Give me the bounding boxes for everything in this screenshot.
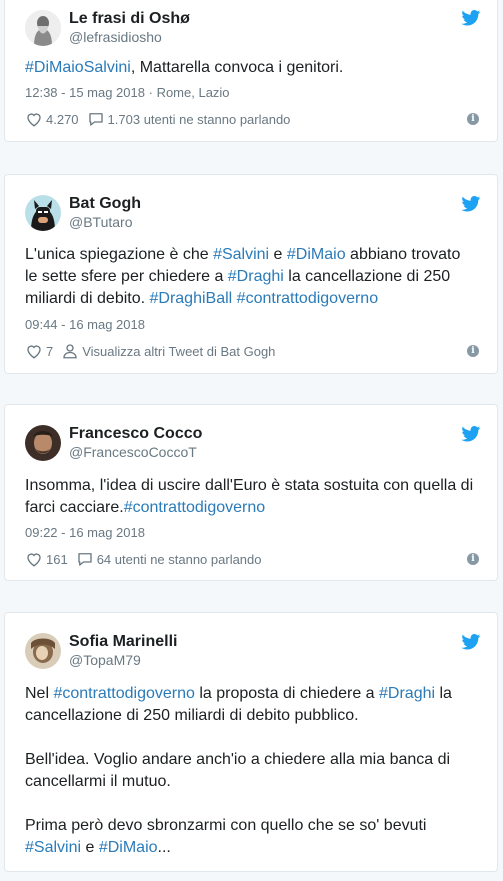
like-button[interactable]: 7 <box>25 342 53 360</box>
hashtag-link[interactable]: #contrattodigoverno <box>53 685 194 702</box>
twitter-bird-icon[interactable] <box>461 634 481 650</box>
comment-icon <box>78 553 92 566</box>
tweet-text: L'unica spiegazione è che #Salvini e #Di… <box>25 244 477 310</box>
tweet-timestamp[interactable]: 09:22 - 16 mag 2018 <box>25 525 145 540</box>
hashtag-link[interactable]: #contrattodigoverno <box>237 290 378 307</box>
hashtag-link[interactable]: #Salvini <box>213 246 269 263</box>
tweet-text-segment: ... <box>157 839 171 856</box>
info-icon[interactable]: i <box>467 345 479 357</box>
hashtag-link[interactable]: #DiMaioSalvini <box>25 59 131 76</box>
conversation-label: 64 utenti ne stanno parlando <box>96 551 262 567</box>
comment-icon <box>88 113 103 126</box>
twitter-bird-icon[interactable] <box>461 426 481 442</box>
info-icon[interactable]: i <box>467 113 479 125</box>
tweet-text-segment: la proposta di chiedere a <box>194 685 380 702</box>
author-name[interactable]: Bat Gogh <box>69 195 141 213</box>
twitter-bird-icon[interactable] <box>461 10 481 26</box>
person-icon <box>63 344 77 359</box>
hashtag-link[interactable]: #Draghi <box>228 268 284 285</box>
tweet-actions: 7 Visualizza altri Tweet di Bat Gogh i <box>25 342 479 360</box>
avatar[interactable] <box>25 195 61 231</box>
author-handle[interactable]: @BTutaro <box>69 214 133 230</box>
hashtag-link[interactable]: #DraghiBall <box>150 290 233 307</box>
tweet-card[interactable]: Sofia Marinelli @TopaM79 Nel #contrattod… <box>4 612 498 872</box>
hashtag-link[interactable]: #contrattodigoverno <box>124 499 265 516</box>
tweet-actions: 4.270 1.703 utenti ne stanno parlando i <box>25 110 479 128</box>
tweet-text-segment: Bell'idea. Voglio andare anch'io a chied… <box>25 751 451 790</box>
avatar[interactable] <box>25 425 61 461</box>
tweet-text-segment: , Mattarella convoca i genitori. <box>130 59 344 76</box>
tweet-text: Nel #contrattodigoverno la proposta di c… <box>25 683 477 881</box>
heart-icon <box>27 113 41 127</box>
conversation-button[interactable]: 64 utenti ne stanno parlando <box>76 550 262 568</box>
author-handle[interactable]: @TopaM79 <box>69 652 141 668</box>
tweet-timestamp[interactable]: 09:44 - 16 mag 2018 <box>25 317 145 332</box>
tweet-card[interactable]: Francesco Cocco @FrancescoCoccoT Insomma… <box>4 404 498 581</box>
view-more-label: Visualizza altri Tweet di Bat Gogh <box>82 343 276 359</box>
tweet-paragraph: Prima però devo sbronzarmi con quello ch… <box>25 815 477 859</box>
like-count: 4.270 <box>46 111 79 127</box>
heart-icon <box>27 345 41 359</box>
tweet-location[interactable]: Rome, Lazio <box>157 85 230 100</box>
hashtag-link[interactable]: #DiMaio <box>287 246 346 263</box>
tweet-timestamp-row: 12:38 - 15 mag 2018 · Rome, Lazio <box>25 85 230 100</box>
author-name[interactable]: Francesco Cocco <box>69 425 202 443</box>
tweet-text-segment: Nel <box>25 685 54 702</box>
tweet-paragraph: Bell'idea. Voglio andare anch'io a chied… <box>25 749 477 793</box>
hashtag-link[interactable]: #DiMaio <box>99 839 158 856</box>
tweet-paragraph: Nel #contrattodigoverno la proposta di c… <box>25 683 477 727</box>
hashtag-link[interactable]: #Draghi <box>379 685 435 702</box>
heart-icon <box>27 553 41 567</box>
conversation-button[interactable]: 1.703 utenti ne stanno parlando <box>87 110 291 128</box>
view-more-tweets-button[interactable]: Visualizza altri Tweet di Bat Gogh <box>61 342 275 360</box>
tweet-text: Insomma, l'idea di uscire dall'Euro è st… <box>25 475 477 519</box>
avatar[interactable] <box>25 10 61 46</box>
avatar[interactable] <box>25 633 61 669</box>
like-button[interactable]: 4.270 <box>25 110 79 128</box>
author-name[interactable]: Sofia Marinelli <box>69 633 177 651</box>
author-handle[interactable]: @lefrasidiosho <box>69 29 162 45</box>
tweet-text-segment: e <box>81 839 99 856</box>
like-count: 161 <box>46 551 68 567</box>
like-count: 7 <box>46 343 54 359</box>
tweet-card[interactable]: Le frasi di Oshø @lefrasidiosho #DiMaioS… <box>4 0 498 142</box>
hashtag-link[interactable]: #Salvini <box>25 839 81 856</box>
tweet-text-segment: e <box>269 246 287 263</box>
tweet-actions: 161 64 utenti ne stanno parlando i <box>25 550 479 568</box>
conversation-label: 1.703 utenti ne stanno parlando <box>107 111 291 127</box>
info-icon[interactable]: i <box>467 553 479 565</box>
tweet-text: #DiMaioSalvini, Mattarella convoca i gen… <box>25 57 477 79</box>
tweet-timestamp[interactable]: 12:38 - 15 mag 2018 <box>25 85 145 100</box>
tweet-text-segment: L'unica spiegazione è che <box>25 246 214 263</box>
tweet-card[interactable]: Bat Gogh @BTutaro L'unica spiegazione è … <box>4 174 498 374</box>
twitter-bird-icon[interactable] <box>461 196 481 212</box>
tweet-text-segment: Prima però devo sbronzarmi con quello ch… <box>25 817 427 834</box>
author-name[interactable]: Le frasi di Oshø <box>69 10 190 28</box>
author-handle[interactable]: @FrancescoCoccoT <box>69 444 197 460</box>
like-button[interactable]: 161 <box>25 550 68 568</box>
